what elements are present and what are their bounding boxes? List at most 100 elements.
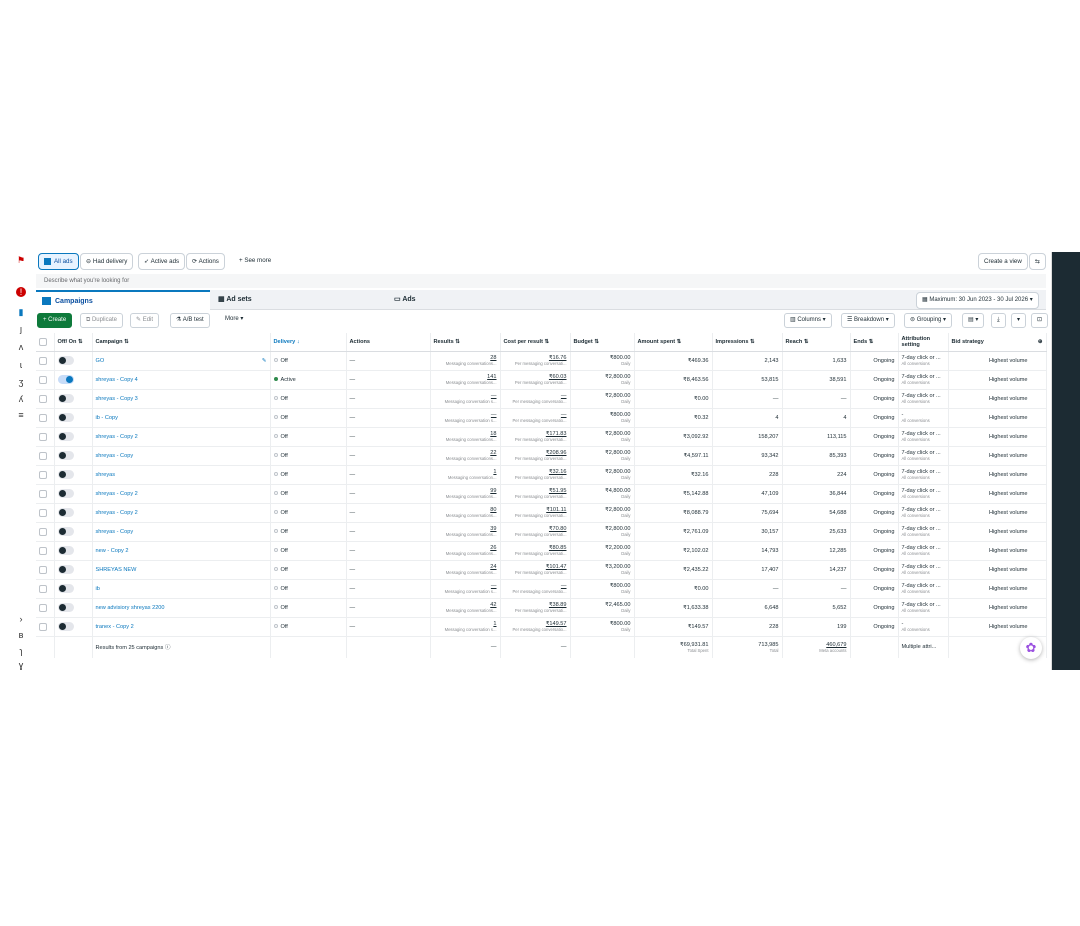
ab-test-button[interactable]: ⚗ A/B test: [170, 313, 210, 328]
col-amount-spent[interactable]: Amount spent ⇅: [634, 333, 713, 352]
campaign-name-link[interactable]: GO: [96, 358, 105, 364]
campaign-name-link[interactable]: new - Copy 2: [96, 548, 129, 554]
table-row[interactable]: shreyas - Copy 2 Off —99 Messaging conversa…: [36, 484, 1047, 504]
campaign-name-link[interactable]: shreyas: [96, 472, 116, 478]
campaign-name-link[interactable]: SHREYAS NEW: [96, 567, 137, 573]
campaign-toggle[interactable]: [57, 432, 74, 441]
row-checkbox[interactable]: [39, 470, 47, 479]
budget-cell[interactable]: ₹800.00 Daily: [570, 408, 635, 428]
filter-had-delivery[interactable]: ⊖ Had delivery: [80, 253, 134, 270]
create-button[interactable]: + Create: [37, 313, 73, 328]
grouping-button[interactable]: ⊜ Grouping ▾: [904, 313, 953, 328]
table-row[interactable]: tranex - Copy 2 Off —1 Messaging conversati…: [36, 617, 1047, 637]
campaign-name-link[interactable]: shreyas - Copy 2: [96, 510, 138, 516]
campaign-toggle[interactable]: [57, 451, 74, 460]
rail-icon-2[interactable]: ʌ: [16, 342, 26, 352]
export-button[interactable]: ⤓: [991, 313, 1006, 328]
rail-icon-9[interactable]: ɣ: [16, 660, 26, 670]
info-icon[interactable]: ⓘ: [165, 645, 171, 651]
row-checkbox[interactable]: [39, 508, 47, 517]
table-row[interactable]: GO ✎ Off —28 Messaging conversations... ₹16.7…: [36, 351, 1047, 371]
budget-cell[interactable]: ₹800.00 Daily: [570, 617, 635, 637]
select-all-checkbox[interactable]: [39, 337, 47, 346]
col-results[interactable]: Results ⇅: [430, 333, 501, 352]
menu-icon[interactable]: ≡: [16, 410, 26, 420]
col-budget[interactable]: Budget ⇅: [570, 333, 635, 352]
table-row[interactable]: SHREYAS NEW Off —24 Messaging conversations…: [36, 560, 1047, 580]
campaign-name-link[interactable]: ib: [96, 586, 100, 592]
campaign-name-link[interactable]: shreyas - Copy 2: [96, 491, 138, 497]
edit-button[interactable]: ✎ Edit: [130, 313, 160, 328]
table-row[interactable]: shreyas - Copy 4 Active —141 Messaging conv…: [36, 370, 1047, 390]
budget-cell[interactable]: ₹2,800.00 Daily: [570, 503, 635, 523]
campaign-name-link[interactable]: shreyas - Copy 3: [96, 396, 138, 402]
budget-cell[interactable]: ₹4,800.00 Daily: [570, 484, 635, 504]
campaign-toggle[interactable]: [57, 565, 74, 574]
table-row[interactable]: new advisiory shreyas 2200 Off —42 Messagin…: [36, 598, 1047, 618]
col-ends[interactable]: Ends ⇅: [850, 333, 899, 352]
row-checkbox[interactable]: [39, 546, 47, 555]
col-offon[interactable]: Off/ On ⇅: [54, 333, 93, 352]
row-checkbox[interactable]: [39, 565, 47, 574]
ai-assistant-icon[interactable]: ✿: [1020, 637, 1042, 659]
rail-icon-5[interactable]: ʎ: [16, 394, 26, 404]
table-row[interactable]: ib Off — — Messaging conversation s... — Per m…: [36, 579, 1047, 599]
campaign-toggle[interactable]: [57, 527, 74, 536]
rail-icon-7[interactable]: ʙ: [16, 630, 26, 640]
table-row[interactable]: shreyas - Copy Off —39 Messaging conversati…: [36, 522, 1047, 542]
budget-cell[interactable]: ₹2,800.00 Daily: [570, 370, 635, 390]
notification-icon[interactable]: !: [16, 287, 26, 297]
table-row[interactable]: shreyas - Copy 2 Off —18 Messaging conversa…: [36, 427, 1047, 447]
col-campaign[interactable]: Campaign ⇅: [92, 333, 271, 352]
campaign-toggle[interactable]: [57, 470, 74, 479]
budget-cell[interactable]: ₹800.00 Daily: [570, 351, 635, 371]
tab-campaigns[interactable]: Campaigns: [36, 290, 210, 310]
add-column-icon[interactable]: ⊕: [1038, 339, 1043, 345]
filter-all-ads[interactable]: All ads: [38, 253, 79, 270]
reports-button[interactable]: ▤ ▾: [962, 313, 985, 328]
rail-icon-1[interactable]: ȷ: [16, 324, 26, 334]
budget-cell[interactable]: ₹2,465.00 Daily: [570, 598, 635, 618]
campaign-name-link[interactable]: shreyas - Copy: [96, 453, 134, 459]
edit-columns-button[interactable]: ⊡: [1031, 313, 1049, 328]
budget-cell[interactable]: ₹800.00 Daily: [570, 579, 635, 599]
col-attribution[interactable]: Attribution setting: [898, 333, 949, 352]
budget-cell[interactable]: ₹2,800.00 Daily: [570, 427, 635, 447]
campaign-toggle[interactable]: [57, 356, 74, 365]
filter-settings-icon[interactable]: ⇆: [1029, 253, 1046, 270]
campaign-toggle[interactable]: [57, 546, 74, 555]
table-row[interactable]: shreyas - Copy 2 Off —80 Messaging conversa…: [36, 503, 1047, 523]
rail-icon-8[interactable]: ɿ: [16, 646, 26, 656]
row-checkbox[interactable]: [39, 603, 47, 612]
campaign-toggle[interactable]: [57, 375, 74, 384]
rail-icon-3[interactable]: ɩ: [16, 360, 26, 370]
budget-cell[interactable]: ₹2,800.00 Daily: [570, 522, 635, 542]
search-input[interactable]: Describe what you're looking for: [36, 274, 1046, 288]
campaign-name-link[interactable]: ib - Copy: [96, 415, 118, 421]
row-checkbox[interactable]: [39, 489, 47, 498]
row-checkbox[interactable]: [39, 527, 47, 536]
campaign-toggle[interactable]: [57, 413, 74, 422]
alert-icon[interactable]: ⚑: [16, 255, 26, 265]
col-bid-strategy[interactable]: Bid strategy ⊕: [948, 333, 1047, 352]
campaign-toggle[interactable]: [57, 584, 74, 593]
campaign-toggle[interactable]: [57, 394, 74, 403]
tab-ads[interactable]: ▭ Ads: [388, 290, 560, 310]
table-row[interactable]: ib - Copy Off — — Messaging conversation s..…: [36, 408, 1047, 428]
breakdown-button[interactable]: ☰ Breakdown ▾: [841, 313, 895, 328]
row-checkbox[interactable]: [39, 432, 47, 441]
col-impressions[interactable]: Impressions ⇅: [712, 333, 783, 352]
filter-actions[interactable]: ⟳ Actions: [186, 253, 225, 270]
col-delivery[interactable]: Delivery ↓: [270, 333, 347, 352]
col-reach[interactable]: Reach ⇅: [782, 333, 851, 352]
budget-cell[interactable]: ₹2,800.00 Daily: [570, 446, 635, 466]
row-checkbox[interactable]: [39, 451, 47, 460]
campaign-toggle[interactable]: [57, 622, 74, 631]
table-row[interactable]: shreyas Off —1 Messaging conversation... ₹32…: [36, 465, 1047, 485]
row-checkbox[interactable]: [39, 356, 47, 365]
rail-icon-4[interactable]: ʒ: [16, 377, 26, 387]
rail-icon-6[interactable]: ›: [16, 614, 26, 624]
campaign-name-link[interactable]: shreyas - Copy: [96, 529, 134, 535]
pin-icon[interactable]: ✎: [262, 358, 267, 364]
table-row[interactable]: shreyas - Copy 3 Off — — Messaging conversat…: [36, 389, 1047, 409]
